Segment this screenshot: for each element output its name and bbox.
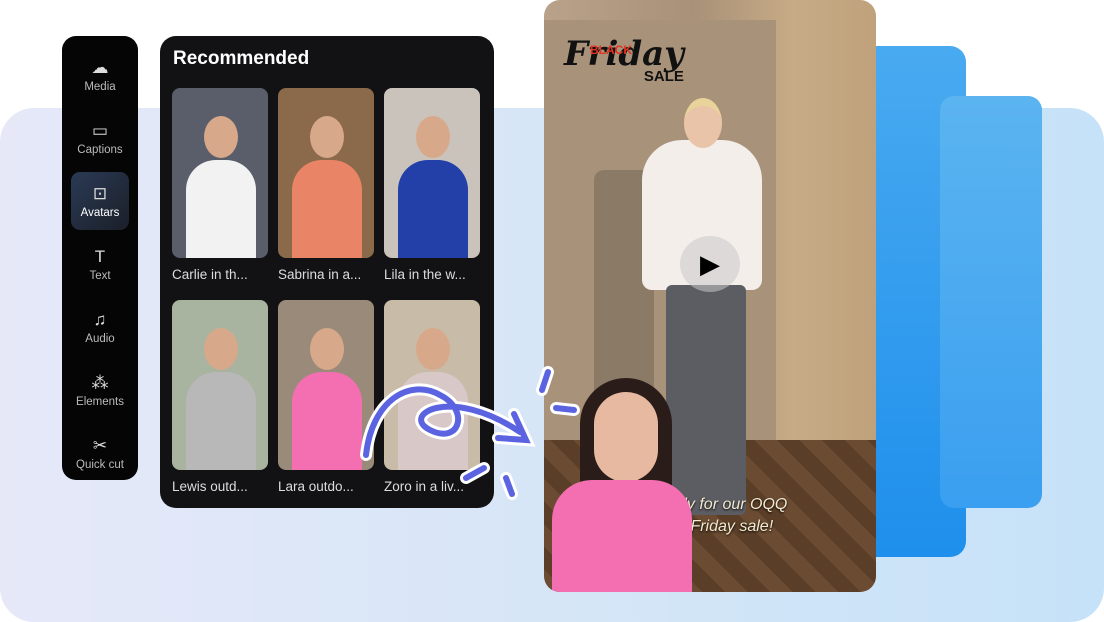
curved-arrow-decoration [360, 366, 580, 500]
